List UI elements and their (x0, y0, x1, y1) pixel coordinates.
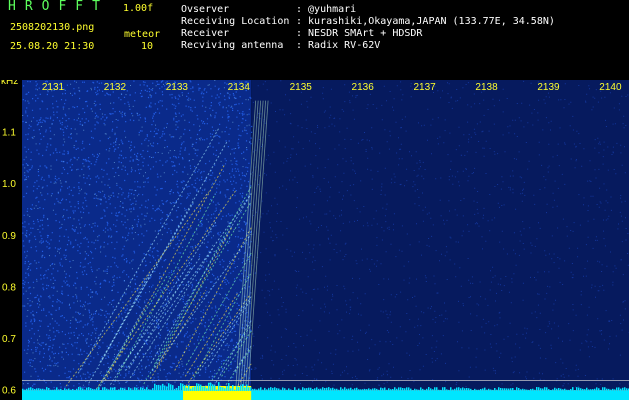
mode-value: 10 (141, 41, 154, 52)
x-tick-label: 2136 (352, 82, 375, 93)
x-tick-label: 2132 (104, 82, 127, 93)
x-tick-label: 2134 (228, 82, 251, 93)
y-tick-label: 1.1 (2, 128, 16, 139)
spectrum-bright-region (22, 80, 252, 400)
y-axis-unit: kHz (1, 80, 18, 87)
baseline-cyan-band (22, 391, 629, 400)
spectrum-dark-region (251, 80, 629, 400)
header-panel: HROFFT 1.00f 2508202130.png meteor 10 25… (0, 0, 629, 80)
info-label-antenna: Recviving antenna (181, 40, 284, 51)
spectrogram-panel: kHz 0.6 0.7 0.8 0.9 1.0 1.1 2131 2132 2133 2134 213… (0, 80, 629, 400)
app-title: HROFFT (8, 0, 109, 14)
info-label-observer: Ovserver (181, 4, 230, 15)
info-value-location: : kurashiki,Okayama,JAPAN (133.77E, 34.5… (296, 16, 555, 27)
x-tick-label: 2140 (599, 82, 622, 93)
x-tick-label: 2131 (42, 82, 65, 93)
info-label-location: Receiving Location (181, 16, 290, 27)
x-tick-label: 2135 (290, 82, 313, 93)
info-value-antenna: : Radix RV-62V (296, 40, 381, 51)
timestamp: 25.08.20 21:30 (10, 41, 95, 52)
y-tick-label: 0.8 (2, 282, 16, 293)
x-tick-label: 2137 (413, 82, 436, 93)
y-tick-label: 0.9 (2, 231, 16, 242)
x-tick-label: 2139 (537, 82, 560, 93)
spectrum-background (0, 80, 629, 400)
x-tick-label: 2133 (166, 82, 189, 93)
y-tick-label: 1.0 (2, 179, 16, 190)
info-value-receiver: : NESDR SMArt + HDSDR (296, 28, 423, 39)
info-label-receiver: Receiver (181, 28, 230, 39)
y-tick-label: 0.6 (2, 386, 16, 397)
x-tick-label: 2138 (475, 82, 498, 93)
info-value-observer: : @yuhmari (296, 4, 357, 15)
mode-label: meteor (124, 29, 161, 40)
file-name: 2508202130.png (10, 22, 95, 33)
app-version: 1.00f (123, 3, 154, 14)
spectrogram-chart: kHz 0.6 0.7 0.8 0.9 1.0 1.1 2131 2132 2133 2134 213… (0, 80, 629, 400)
y-tick-label: 0.7 (2, 334, 16, 345)
